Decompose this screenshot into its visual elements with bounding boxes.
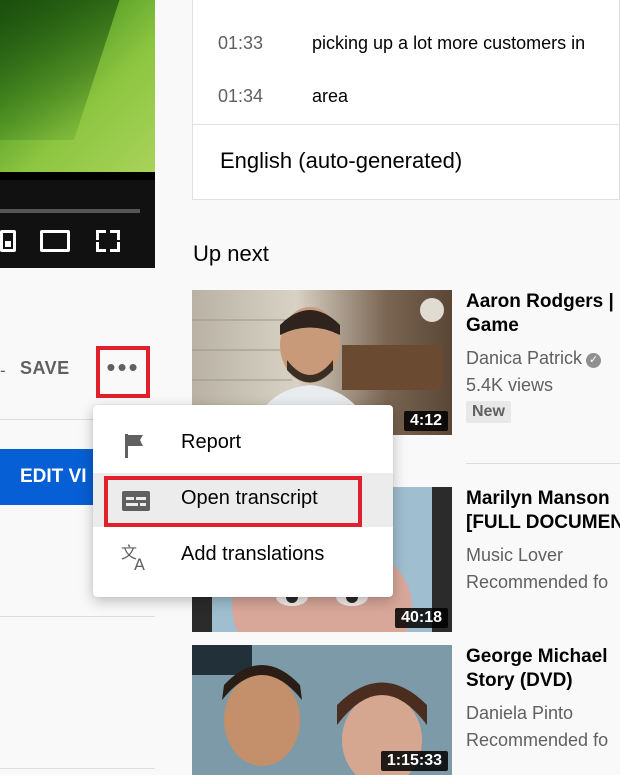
recommended-label: Recommended fo: [466, 730, 609, 750]
annotation-highlight-box: [104, 476, 362, 527]
title-line: Aaron Rodgers |: [466, 291, 614, 312]
title-line: Marilyn Manson: [466, 488, 610, 509]
video-frame: [0, 0, 155, 172]
segment-timestamp: 01:33: [218, 33, 264, 53]
up-next-heading: Up next: [193, 241, 269, 266]
video-duration: 1:15:33: [380, 751, 448, 771]
menu-item-add-translations[interactable]: 文 A Add translations: [93, 529, 393, 583]
flag-icon: [125, 434, 143, 458]
menu-item-label: Report: [181, 431, 242, 453]
svg-text:A: A: [134, 555, 145, 571]
menu-item-label: Add translations: [181, 543, 325, 565]
title-line: [FULL DOCUMEN: [466, 512, 620, 533]
video-duration: 40:18: [395, 608, 448, 628]
channel-name[interactable]: Danica Patrick ✓: [466, 348, 602, 369]
segment-text: area: [312, 86, 349, 106]
video-title[interactable]: Marilyn Manson [FULL DOCUMEN: [466, 487, 620, 535]
divider: [0, 768, 155, 769]
channel-label: Danica Patrick: [466, 348, 583, 368]
video-player[interactable]: [0, 0, 155, 268]
more-actions-button[interactable]: •••: [96, 346, 150, 398]
new-badge: New: [466, 401, 511, 423]
transcript-language-selector[interactable]: English (auto-generated): [220, 148, 462, 174]
theater-mode-icon[interactable]: [40, 230, 70, 252]
channel-name[interactable]: Music Lover: [466, 545, 563, 566]
transcript-panel: 01:33 picking up a lot more customers in …: [192, 0, 620, 200]
segment-text: picking up a lot more customers in: [312, 33, 586, 53]
menu-item-report[interactable]: Report: [93, 417, 393, 471]
channel-name[interactable]: Daniela Pinto: [466, 703, 573, 724]
action-separator: -: [0, 361, 6, 380]
video-duration: 4:12: [403, 411, 448, 431]
more-icon: •••: [106, 352, 140, 382]
title-line: George Michael: [466, 646, 608, 667]
progress-bar[interactable]: [0, 209, 140, 213]
view-count: 5.4K views: [466, 375, 554, 395]
transcript-segment[interactable]: 01:34 area: [218, 86, 348, 107]
translate-icon: 文 A: [121, 543, 145, 571]
segment-timestamp: 01:34: [218, 86, 264, 106]
video-thumbnail[interactable]: 1:15:33: [192, 645, 452, 775]
recommended-label: Recommended fo: [466, 572, 609, 592]
divider: [466, 463, 620, 464]
transcript-segment[interactable]: 01:33 picking up a lot more customers in: [218, 33, 585, 54]
title-line: Story (DVD): [466, 670, 573, 691]
fullscreen-icon[interactable]: [96, 230, 120, 252]
title-line: Game: [466, 315, 519, 336]
miniplayer-icon[interactable]: [0, 230, 16, 252]
verified-icon: ✓: [586, 353, 602, 368]
video-title[interactable]: George Michael Story (DVD): [466, 645, 608, 693]
divider: [0, 616, 155, 617]
video-title[interactable]: Aaron Rodgers | Game: [466, 290, 614, 338]
save-button[interactable]: SAVE: [20, 358, 70, 379]
player-controls: [0, 180, 155, 268]
